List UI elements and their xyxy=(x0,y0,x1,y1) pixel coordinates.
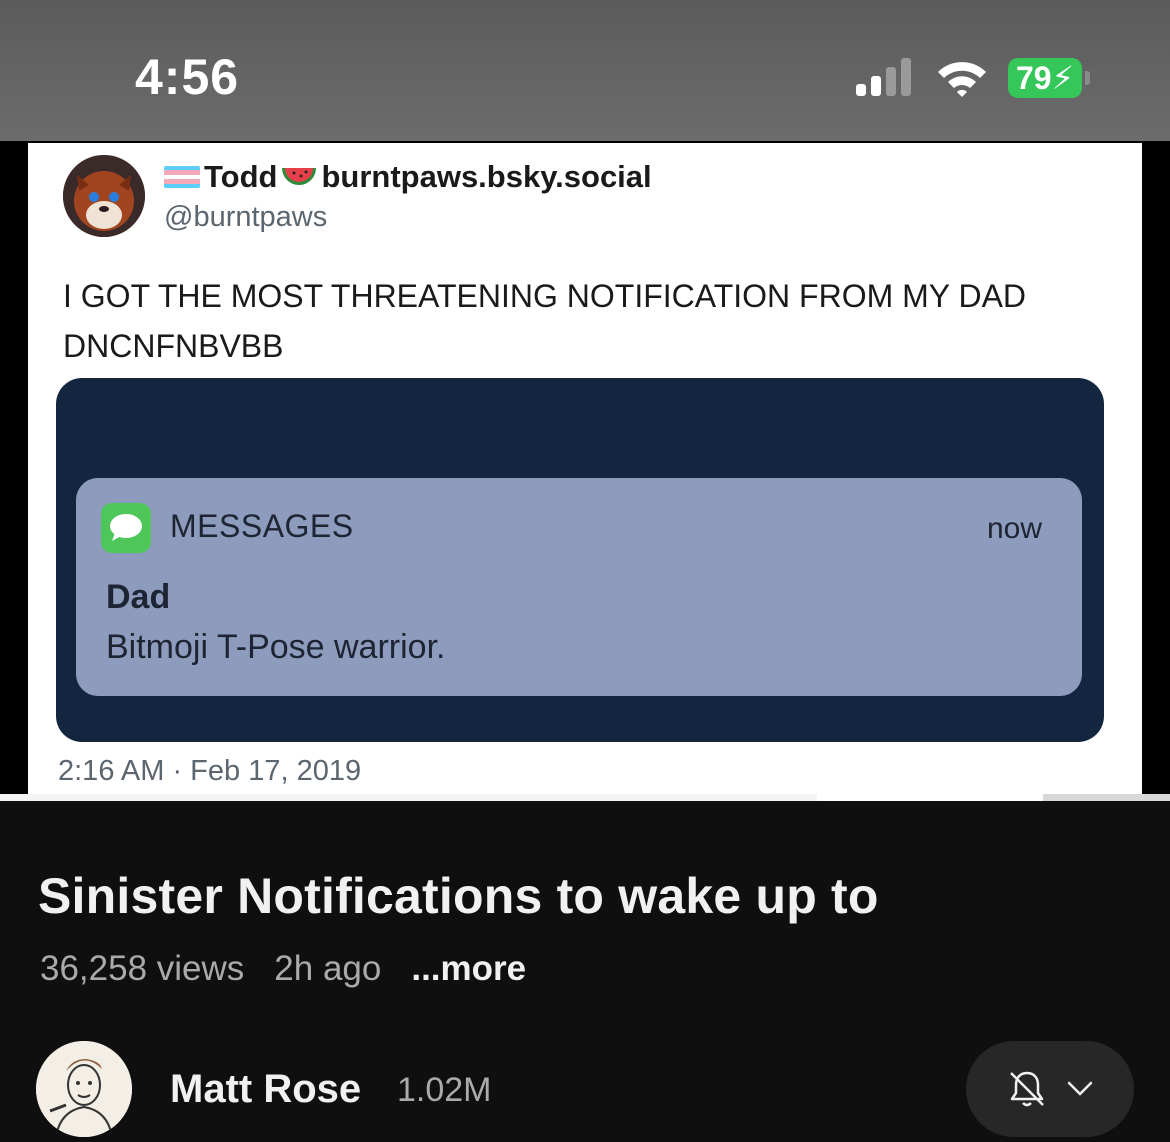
tweet-timestamp: 2:16 AM · Feb 17, 2019 xyxy=(58,755,362,787)
channel-name[interactable]: Matt Rose xyxy=(170,1067,361,1112)
battery-level: 79⚡︎ xyxy=(1015,60,1075,96)
video-title[interactable]: Sinister Notifications to wake up to xyxy=(38,867,879,925)
upload-age: 2h ago xyxy=(274,949,382,988)
more-button[interactable]: ...more xyxy=(411,949,526,989)
chevron-down-icon xyxy=(1067,1081,1093,1096)
channel-avatar[interactable] xyxy=(36,1041,132,1137)
notification-time: now xyxy=(986,512,1042,545)
progress-played xyxy=(0,794,817,801)
notification-body: Bitmoji T-Pose warrior. xyxy=(106,628,446,666)
status-bar: 4:56 79⚡︎ xyxy=(0,0,1170,141)
messages-app-icon xyxy=(101,503,151,553)
notification-app-name: MESSAGES xyxy=(170,508,354,544)
video-player[interactable]: Todd burntpaws.bsky.social @burntpaws I … xyxy=(0,141,1170,801)
video-progress-bar[interactable] xyxy=(0,794,1170,801)
subscriber-count: 1.02M xyxy=(397,1071,492,1109)
video-info-panel: Sinister Notifications to wake up to 36,… xyxy=(0,801,1170,1142)
notification-sender: Dad xyxy=(106,578,171,616)
tweet-card: Todd burntpaws.bsky.social @burntpaws I … xyxy=(28,143,1142,801)
battery-indicator: 79⚡︎ xyxy=(1008,58,1090,98)
bell-off-icon xyxy=(1010,1071,1044,1107)
trans-flag-icon xyxy=(164,166,200,188)
notification-screenshot: MESSAGES now Dad Bitmoji T-Pose warrior. xyxy=(56,378,1104,742)
battery-nub xyxy=(1085,71,1090,85)
subscription-notifications-button[interactable] xyxy=(966,1041,1134,1137)
video-metadata[interactable]: 36,258 views 2h ago ...more xyxy=(40,949,526,989)
cellular-signal-icon xyxy=(856,58,911,96)
status-time: 4:56 xyxy=(135,49,240,105)
tweet-display-name-suffix: burntpaws.bsky.social xyxy=(321,159,652,194)
fox-avatar-icon xyxy=(63,155,145,237)
notification-card: MESSAGES now Dad Bitmoji T-Pose warrior. xyxy=(76,478,1082,696)
tweet-handle: @burntpaws xyxy=(164,201,328,233)
sketch-portrait-icon xyxy=(36,1041,132,1137)
wifi-icon xyxy=(938,62,986,97)
tweet-avatar xyxy=(63,155,145,237)
view-count: 36,258 views xyxy=(40,949,245,988)
tweet-text: I GOT THE MOST THREATENING NOTIFICATION … xyxy=(63,278,1027,364)
tweet-name-row: Todd burntpaws.bsky.social xyxy=(164,157,652,197)
watermelon-icon xyxy=(282,168,317,185)
progress-buffered xyxy=(1043,794,1170,801)
tweet-display-name: Todd xyxy=(204,159,278,194)
